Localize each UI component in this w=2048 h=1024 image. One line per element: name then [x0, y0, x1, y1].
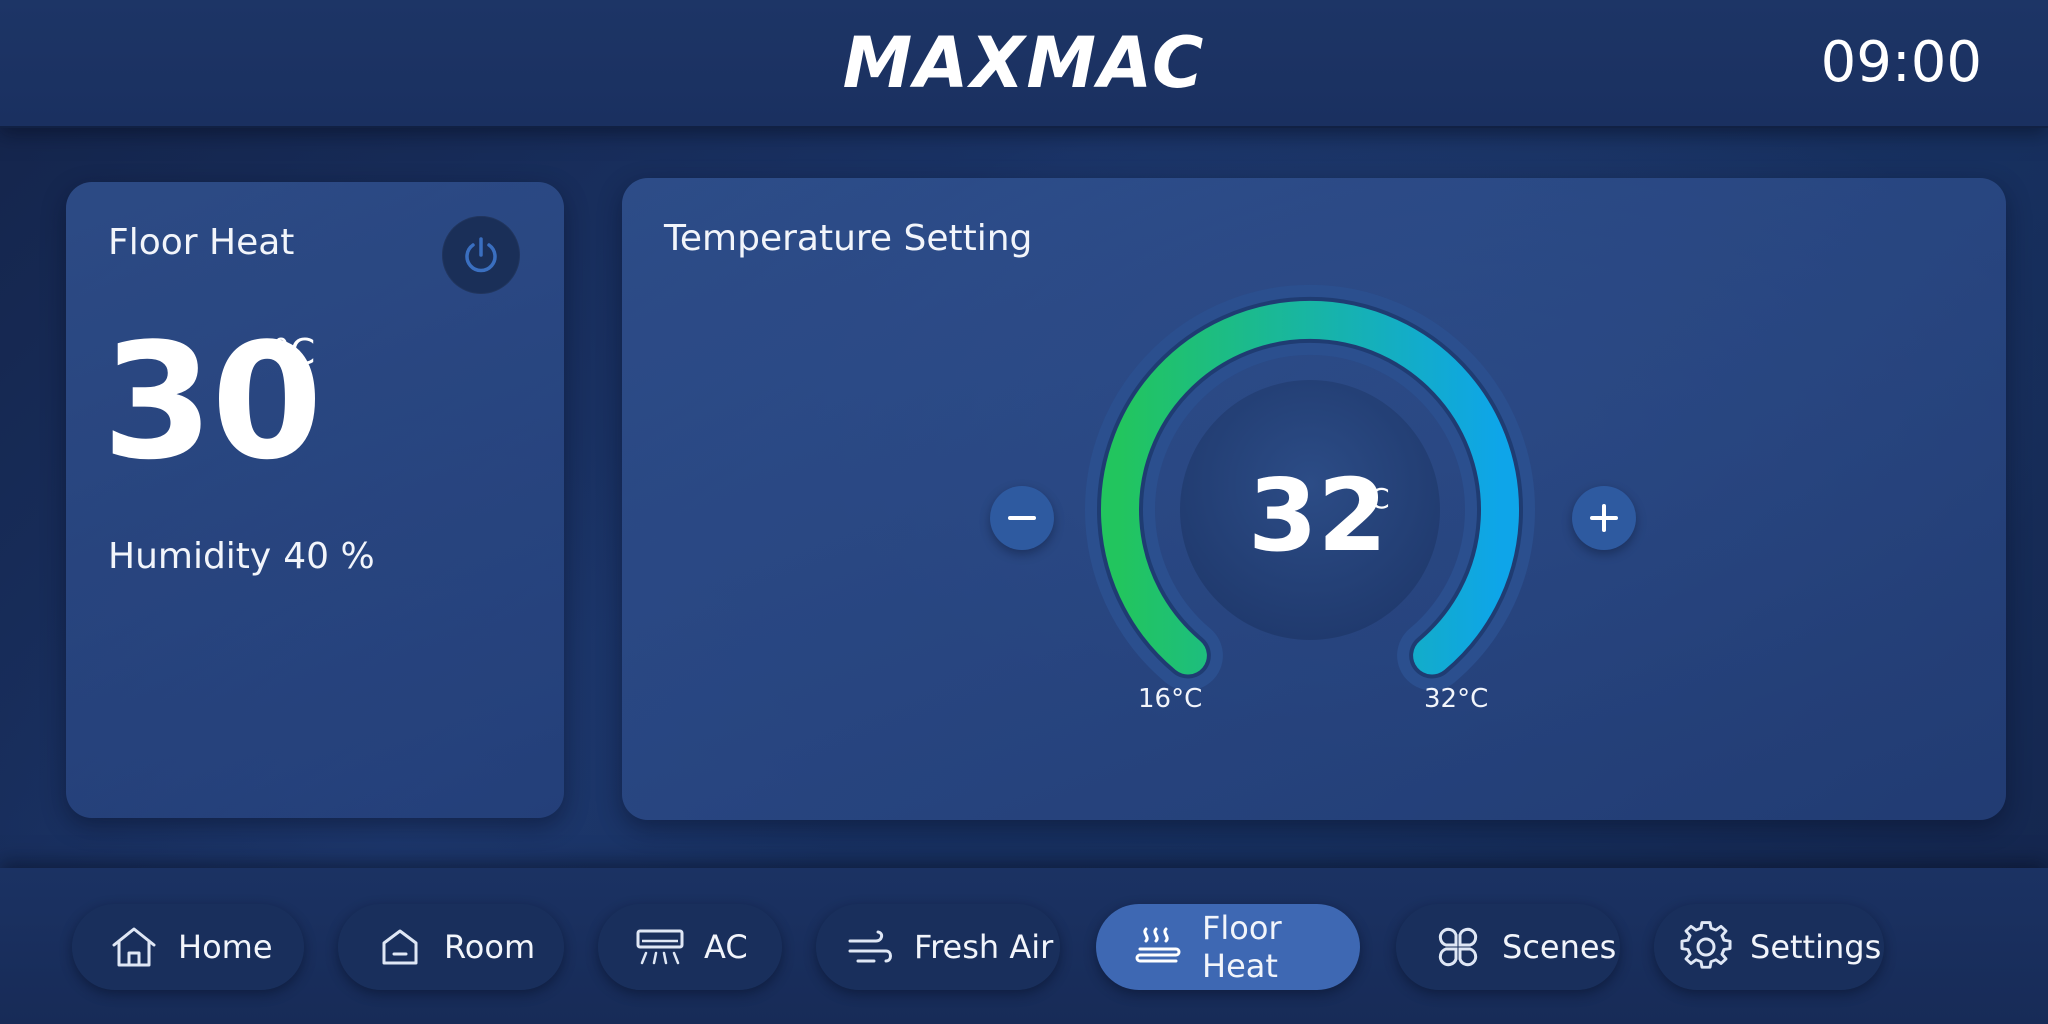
- floor-heat-icon: [1132, 921, 1184, 973]
- decrease-temperature-button[interactable]: [990, 486, 1054, 550]
- home-icon: [108, 921, 160, 973]
- header-bar: MAXMAC 09:00: [0, 0, 2048, 128]
- nav-label-fresh-air: Fresh Air: [914, 928, 1054, 966]
- nav-label-ac: AC: [704, 928, 748, 966]
- set-temperature: 32: [1248, 457, 1388, 574]
- brand-logo: MAXMAC: [842, 22, 1206, 104]
- humidity-label: Humidity: [108, 536, 272, 577]
- max-temperature-label: 32°C: [1424, 684, 1489, 714]
- nav-item-home[interactable]: Home: [72, 904, 304, 990]
- nav-label-floor-heat: Floor Heat: [1202, 909, 1282, 985]
- temperature-setting-title: Temperature Setting: [664, 218, 1033, 259]
- humidity-value: 40 %: [283, 536, 375, 577]
- fresh-air-icon: [844, 921, 896, 973]
- ac-icon: [634, 921, 686, 973]
- room-icon: [374, 921, 426, 973]
- clock: 09:00: [1820, 30, 1982, 95]
- current-temperature-unit: °C: [272, 332, 316, 373]
- power-button[interactable]: [442, 216, 520, 294]
- gear-icon: [1680, 921, 1732, 973]
- floor-heat-title: Floor Heat: [108, 222, 295, 263]
- nav-label-room: Room: [444, 928, 536, 966]
- bottom-navigation: Home Room AC Fresh Air Floor Heat Scenes: [0, 868, 2048, 1024]
- nav-item-room[interactable]: Room: [338, 904, 564, 990]
- nav-item-scenes[interactable]: Scenes: [1396, 904, 1620, 990]
- min-temperature-label: 16°C: [1138, 684, 1203, 714]
- nav-item-floor-heat[interactable]: Floor Heat: [1096, 904, 1360, 990]
- nav-item-fresh-air[interactable]: Fresh Air: [816, 904, 1060, 990]
- nav-label-home: Home: [178, 928, 273, 966]
- nav-label-scenes: Scenes: [1502, 928, 1617, 966]
- set-temperature-unit: °C: [1356, 482, 1390, 515]
- humidity-readout: Humidity 40 %: [108, 536, 375, 577]
- floor-heat-card: Floor Heat 30 °C Humidity 40 %: [66, 182, 564, 818]
- minus-icon: [1008, 516, 1036, 520]
- increase-temperature-button[interactable]: [1572, 486, 1636, 550]
- power-icon: [465, 237, 497, 273]
- scenes-icon: [1432, 921, 1484, 973]
- nav-item-ac[interactable]: AC: [598, 904, 782, 990]
- nav-item-settings[interactable]: Settings: [1654, 904, 1884, 990]
- nav-label-settings: Settings: [1750, 928, 1882, 966]
- plus-icon: [1590, 504, 1618, 532]
